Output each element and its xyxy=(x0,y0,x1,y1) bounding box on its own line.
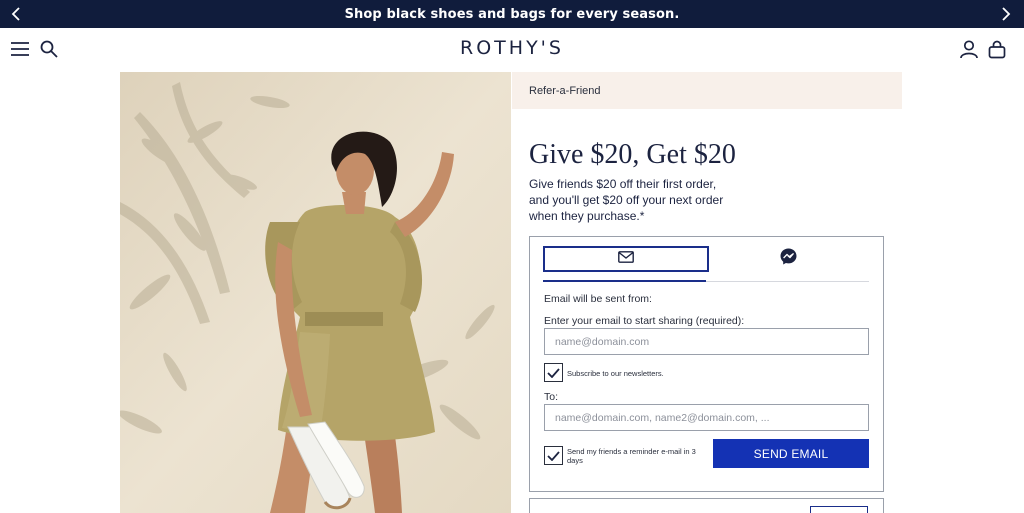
tab-messenger[interactable] xyxy=(778,248,798,270)
refer-a-friend-bar: Refer-a-Friend xyxy=(512,72,902,109)
bag-icon[interactable] xyxy=(988,40,1006,59)
referral-description: Give friends $20 off their first order, … xyxy=(529,177,724,223)
refer-a-friend-label: Refer-a-Friend xyxy=(529,84,601,97)
secondary-button[interactable] xyxy=(810,506,868,513)
send-email-button[interactable]: SEND EMAIL xyxy=(713,439,869,468)
your-email-input[interactable] xyxy=(544,328,869,355)
envelope-icon xyxy=(618,250,634,268)
to-label: To: xyxy=(544,391,559,403)
site-header: ROTHY'S xyxy=(0,28,1024,72)
reminder-label: Send my friends a reminder e-mail in 3 d… xyxy=(567,447,696,465)
your-email-label: Enter your email to start sharing (requi… xyxy=(544,315,745,327)
reminder-checkbox[interactable] xyxy=(544,446,563,465)
chevron-left-icon[interactable] xyxy=(6,4,26,24)
referral-panel: Refer-a-Friend Give $20, Get $20 Give fr… xyxy=(512,72,902,513)
announcement-text[interactable]: Shop black shoes and bags for every seas… xyxy=(345,7,680,22)
messenger-icon xyxy=(780,248,797,270)
hero-image xyxy=(120,72,511,513)
referral-headline: Give $20, Get $20 xyxy=(529,139,736,170)
brand-logo[interactable]: ROTHY'S xyxy=(0,37,1024,59)
chevron-right-icon[interactable] xyxy=(996,4,1016,24)
referral-form-card: Email will be sent from: Enter your emai… xyxy=(529,236,884,492)
sent-from-label: Email will be sent from: xyxy=(544,293,652,305)
to-input[interactable] xyxy=(544,404,869,431)
tab-email[interactable] xyxy=(543,246,709,272)
active-tab-indicator xyxy=(543,280,706,282)
subscribe-label: Subscribe to our newsletters. xyxy=(567,369,664,378)
subscribe-checkbox[interactable] xyxy=(544,363,563,382)
account-icon[interactable] xyxy=(960,40,978,59)
announcement-bar: Shop black shoes and bags for every seas… xyxy=(0,0,1024,28)
